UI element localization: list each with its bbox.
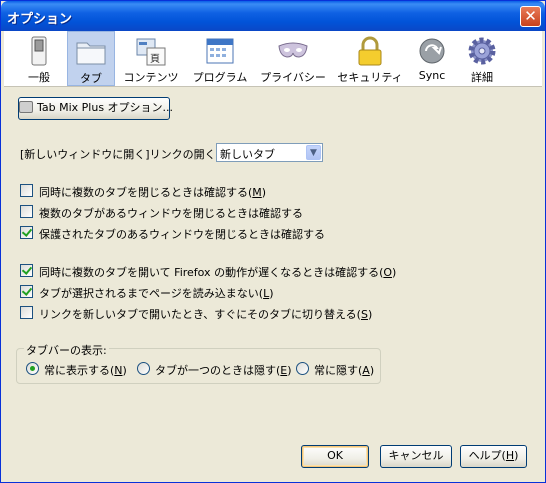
radio-dot[interactable]	[26, 362, 39, 375]
toolbar-label: 一般	[28, 71, 50, 84]
svg-text:頁: 頁	[150, 53, 160, 65]
toolbar-privacy[interactable]: プライバシー	[258, 31, 328, 86]
checkbox-box[interactable]	[20, 205, 33, 218]
checkbox-label: 同時に複数のタブを開いて Firefox の動作が遅くなるときは確認する(O)	[39, 266, 397, 279]
toolbar-tabs[interactable]: タブ	[67, 31, 115, 86]
gear-icon	[468, 37, 496, 65]
radio-label: タブが一つのときは隠す(E)	[155, 364, 292, 377]
switch-icon	[31, 36, 47, 66]
radio-label: 常に隠す(A)	[314, 364, 375, 377]
open-location-label: [新しいウィンドウに開く]リンクの開く場所:	[20, 148, 242, 161]
close-icon: ✕	[524, 7, 537, 25]
folder-icon	[76, 42, 106, 65]
mask-icon	[278, 42, 308, 58]
window-title: オプション	[7, 12, 73, 27]
title-bar[interactable]: オプション ✕	[1, 1, 545, 31]
radio-dot[interactable]	[296, 362, 309, 375]
toolbar-advanced[interactable]: 詳細	[460, 31, 504, 86]
toolbar-label: プログラム	[192, 71, 248, 84]
cancel-button[interactable]: キャンセル	[380, 445, 452, 468]
toolbar-general[interactable]: 一般	[14, 31, 64, 86]
content-icon: 頁	[136, 38, 166, 66]
checkbox-label: リンクを新しいタブで開いたとき、すぐにそのタブに切り替える(S)	[39, 308, 373, 321]
ok-button[interactable]: OK	[301, 445, 369, 468]
radio-label: 常に表示する(N)	[44, 364, 127, 377]
toolbar-label: プライバシー	[260, 71, 326, 84]
tabmix-button-label: Tab Mix Plus オプション...	[37, 101, 174, 114]
checkbox-box[interactable]	[20, 184, 33, 197]
open-location-select[interactable]: 新しいタブ ▼	[216, 143, 323, 162]
toolbar-label: 詳細	[471, 71, 493, 84]
calendar-icon	[206, 38, 234, 64]
toolbar-label: セキュリティ	[337, 71, 403, 84]
radio-dot[interactable]	[137, 362, 150, 375]
toolbar-label: Sync	[418, 69, 446, 82]
toolbar-content[interactable]: 頁 コンテンツ	[120, 31, 182, 86]
checkbox-box[interactable]	[20, 264, 33, 277]
chevron-down-icon[interactable]: ▼	[306, 145, 321, 160]
help-button[interactable]: ヘルプ(H)	[460, 445, 527, 468]
checkbox-label: 保護されたタブのあるウィンドウを閉じるときは確認する	[39, 228, 325, 241]
checkbox-label: 複数のタブがあるウィンドウを閉じるときは確認する	[39, 207, 303, 220]
close-button[interactable]: ✕	[520, 6, 541, 27]
checkbox-label: 同時に複数のタブを閉じるときは確認する(M)	[39, 186, 267, 199]
tab-mix-plus-options-button[interactable]: Tab Mix Plus オプション...	[18, 97, 174, 120]
padlock-icon	[358, 36, 382, 66]
options-window: オプション ✕ 一般 タブ 頁 コンテンツ プログラム プライバシー セキュリテ…	[0, 0, 546, 483]
checkbox-label: タブが選択されるまでページを読み込まない(L)	[39, 287, 274, 300]
category-toolbar: 一般 タブ 頁 コンテンツ プログラム プライバシー セキュリティ Sync 詳…	[4, 31, 542, 87]
toolbar-sync[interactable]: Sync	[410, 31, 454, 86]
toolbar-label: コンテンツ	[123, 71, 179, 84]
tabbar-display-caption: タブバーの表示:	[24, 342, 109, 358]
tabmix-icon	[19, 101, 33, 113]
checkbox-box[interactable]	[20, 306, 33, 319]
tabs-pane: Tab Mix Plus オプション... [新しいウィンドウに開く]リンクの開…	[4, 88, 542, 480]
toolbar-programs[interactable]: プログラム	[188, 31, 252, 86]
toolbar-security[interactable]: セキュリティ	[337, 31, 403, 86]
sync-icon	[419, 38, 445, 64]
toolbar-label: タブ	[80, 72, 102, 85]
checkbox-box[interactable]	[20, 226, 33, 239]
checkbox-box[interactable]	[20, 285, 33, 298]
open-location-value: 新しいタブ	[220, 148, 275, 161]
